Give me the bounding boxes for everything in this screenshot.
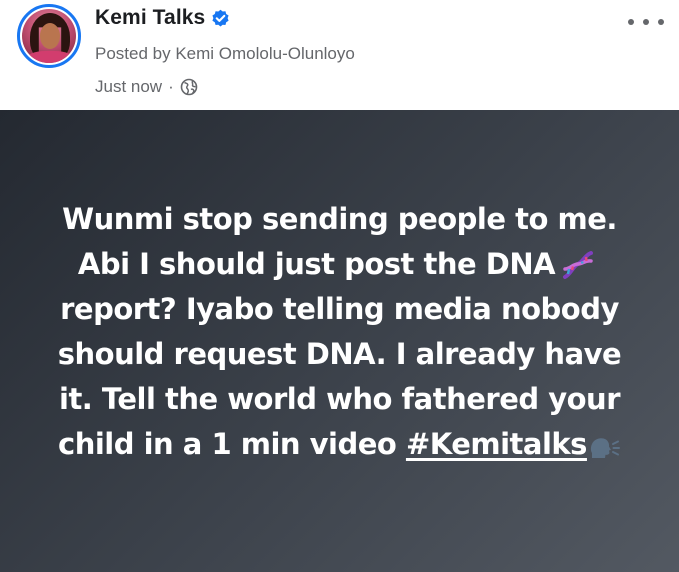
page-name-link[interactable]: Kemi Talks [95,6,205,30]
post-header: Kemi Talks Posted by Kemi Omololu-Olunlo… [0,0,679,110]
page-name-row: Kemi Talks [95,6,230,30]
post-meta: Just now · [95,77,198,97]
hashtag-link[interactable]: #Kemitalks [406,427,588,461]
posted-by-text[interactable]: Posted by Kemi Omololu-Olunloyo [95,44,355,64]
more-options-icon [628,19,634,25]
speaking-head-icon [589,430,621,458]
meta-separator: · [168,77,174,96]
more-options-button[interactable] [628,12,664,32]
timestamp[interactable]: Just now [95,77,162,97]
post-body: Wunmi stop sending people to me. Abi I s… [0,110,679,572]
dna-icon [561,248,595,279]
avatar[interactable] [17,4,81,68]
verified-badge-icon [211,9,230,28]
post-text: Wunmi stop sending people to me. Abi I s… [40,197,640,467]
post-text-part-1: Wunmi stop sending people to me. Abi I s… [62,202,617,281]
globe-icon[interactable] [180,78,198,96]
avatar-photo [22,9,76,63]
